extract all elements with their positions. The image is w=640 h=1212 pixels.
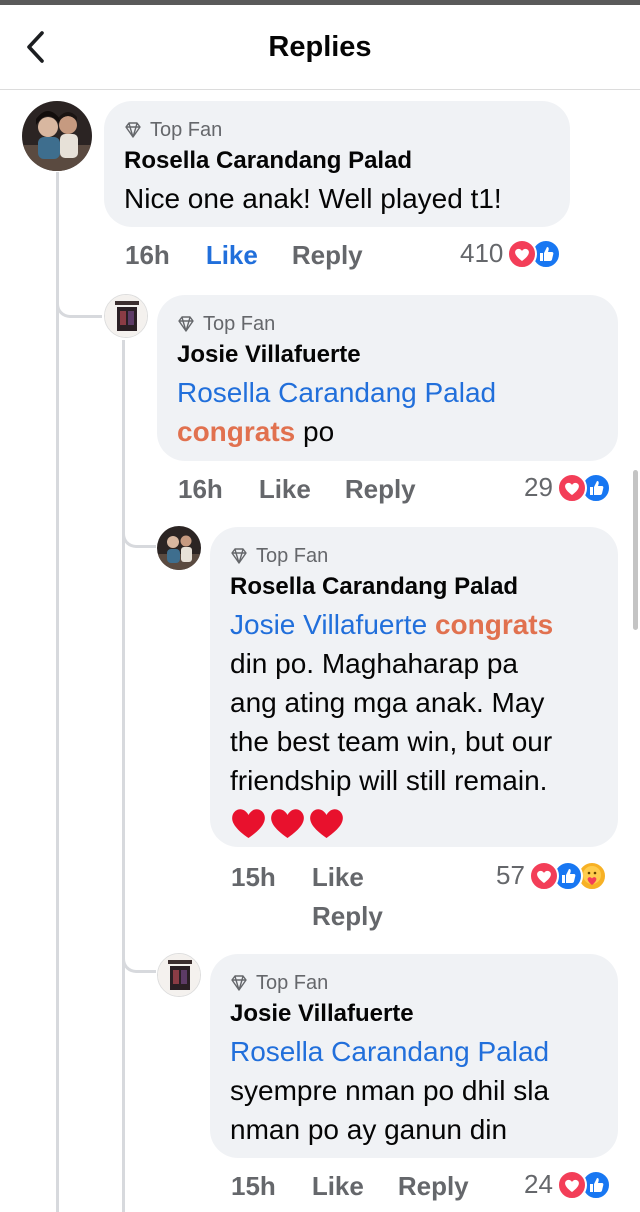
comment-time[interactable]: 16h bbox=[178, 474, 223, 505]
thread-branch bbox=[56, 280, 102, 318]
profile-photo bbox=[158, 954, 200, 996]
like-button[interactable]: Like bbox=[312, 1171, 364, 1202]
top-fan-badge: Top Fan bbox=[124, 117, 548, 143]
avatar[interactable] bbox=[104, 294, 148, 338]
badge-label: Top Fan bbox=[203, 312, 276, 335]
reaction-summary[interactable]: 29 bbox=[524, 472, 611, 503]
comment-time[interactable]: 16h bbox=[125, 240, 170, 271]
badge-label: Top Fan bbox=[150, 118, 223, 141]
like-button[interactable]: Like bbox=[312, 862, 364, 893]
comment-actions: 15h Like Reply bbox=[231, 1171, 469, 1202]
reaction-count: 29 bbox=[524, 472, 553, 502]
badge-label: Top Fan bbox=[256, 971, 329, 994]
thread-branch bbox=[122, 510, 156, 548]
badge-label: Top Fan bbox=[256, 544, 329, 567]
comment-author[interactable]: Josie Villafuerte bbox=[230, 1000, 596, 1028]
love-reaction-icon bbox=[556, 1169, 587, 1200]
comment-text: Rosella Carandang Palad congrats po bbox=[177, 373, 596, 451]
love-reaction-icon bbox=[556, 472, 587, 503]
like-button[interactable]: Like bbox=[206, 240, 258, 271]
comment-text-line: syempre nman po dhil sla bbox=[230, 1075, 550, 1106]
reaction-summary[interactable]: 410 bbox=[460, 238, 562, 269]
page-title: Replies bbox=[268, 31, 372, 63]
profile-photo bbox=[22, 101, 92, 171]
reaction-count: 24 bbox=[524, 1169, 553, 1199]
love-reaction-icon bbox=[507, 238, 538, 269]
reaction-count: 410 bbox=[460, 238, 504, 268]
reaction-summary[interactable]: 24 bbox=[524, 1169, 611, 1200]
top-fan-badge: Top Fan bbox=[230, 543, 596, 569]
red-heart-icon bbox=[271, 809, 304, 838]
red-heart-icon bbox=[232, 809, 265, 838]
header: Replies bbox=[0, 5, 640, 90]
reply-button[interactable]: Reply bbox=[345, 474, 416, 505]
reply-button[interactable]: Reply bbox=[312, 901, 383, 932]
comment-text-line: din po. Maghaharap pa bbox=[230, 648, 518, 679]
comment-text-line: the best team win, but our bbox=[230, 726, 553, 757]
top-fan-badge: Top Fan bbox=[177, 311, 596, 337]
diamond-icon bbox=[125, 122, 141, 138]
diamond-icon bbox=[231, 548, 247, 564]
avatar[interactable] bbox=[157, 953, 201, 997]
emoji-row bbox=[230, 806, 596, 840]
reaction-summary[interactable]: 57 bbox=[496, 860, 607, 891]
scrollbar[interactable] bbox=[633, 470, 638, 630]
reply-button[interactable]: Reply bbox=[398, 1171, 469, 1202]
diamond-icon bbox=[231, 975, 247, 991]
red-heart-icon bbox=[310, 809, 343, 838]
comment-time[interactable]: 15h bbox=[231, 1171, 276, 1202]
comment-text: Nice one anak! Well played t1! bbox=[124, 183, 502, 214]
comment-author[interactable]: Josie Villafuerte bbox=[177, 341, 596, 369]
mention-link[interactable]: Rosella Carandang Palad bbox=[177, 377, 496, 408]
comment-text-tail: po bbox=[295, 416, 335, 447]
mention-link[interactable]: Rosella Carandang Palad bbox=[230, 1036, 549, 1067]
like-button[interactable]: Like bbox=[259, 474, 311, 505]
comment-text: Josie Villafuerte congrats din po. Magha… bbox=[230, 605, 596, 800]
comment-bubble: Top Fan Josie Villafuerte Rosella Carand… bbox=[157, 295, 618, 461]
comment-bubble: Top Fan Rosella Carandang Palad Nice one… bbox=[104, 101, 570, 227]
profile-photo bbox=[157, 526, 201, 570]
comment-actions: 15h Like bbox=[231, 862, 364, 893]
diamond-icon bbox=[178, 316, 194, 332]
comment-text-line: friendship will still remain. bbox=[230, 765, 548, 796]
comment-author[interactable]: Rosella Carandang Palad bbox=[230, 573, 596, 601]
comment-text-line: ang ating mga anak. May bbox=[230, 687, 545, 718]
comment-bubble: Top Fan Josie Villafuerte Rosella Carand… bbox=[210, 954, 618, 1158]
reply-button[interactable]: Reply bbox=[292, 240, 363, 271]
highlighted-word: congrats bbox=[434, 609, 554, 640]
thread-line bbox=[122, 340, 125, 1212]
avatar[interactable] bbox=[157, 526, 201, 570]
comment-text: Rosella Carandang Palad syempre nman po … bbox=[230, 1032, 596, 1149]
profile-photo bbox=[105, 295, 147, 337]
mention-link[interactable]: Josie Villafuerte bbox=[230, 609, 427, 640]
avatar[interactable] bbox=[22, 101, 92, 171]
comment-author[interactable]: Rosella Carandang Palad bbox=[124, 147, 548, 175]
comment-actions: 16h Like Reply bbox=[178, 474, 416, 505]
comment-actions: 16h Like Reply bbox=[125, 240, 363, 271]
highlighted-word: congrats bbox=[177, 416, 296, 447]
thread-line bbox=[56, 172, 59, 1212]
comment-text-line: nman po ay ganun din bbox=[230, 1114, 508, 1145]
comment-bubble: Top Fan Rosella Carandang Palad Josie Vi… bbox=[210, 527, 618, 847]
thread-branch bbox=[122, 935, 156, 973]
comment-time[interactable]: 15h bbox=[231, 862, 276, 893]
love-reaction-icon bbox=[528, 860, 559, 891]
reaction-count: 57 bbox=[496, 860, 525, 890]
top-fan-badge: Top Fan bbox=[230, 970, 596, 996]
